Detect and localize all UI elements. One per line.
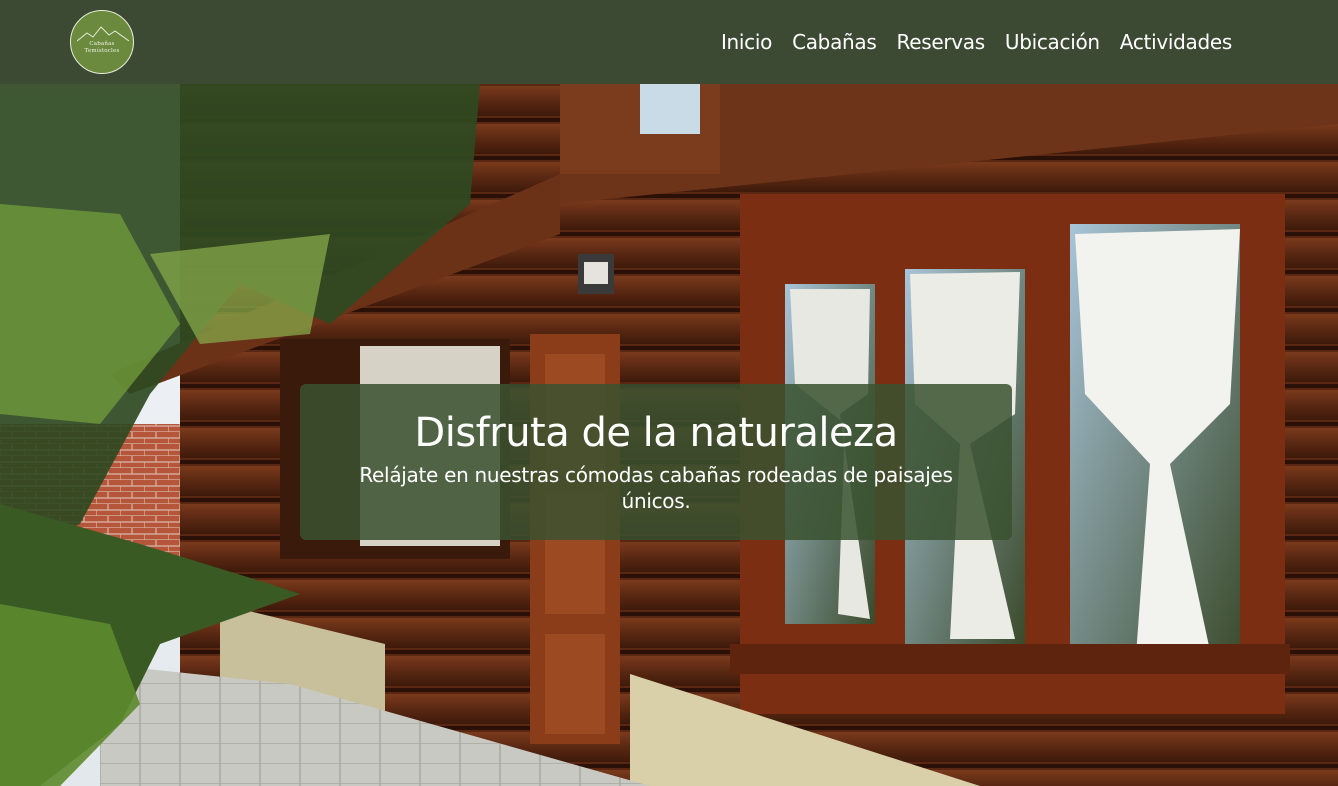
mountain-icon: [77, 26, 129, 42]
hero-caption: Disfruta de la naturaleza Relájate en nu…: [300, 384, 1012, 540]
logo-text-line2: Temístocles: [84, 48, 120, 54]
nav-link-inicio[interactable]: Inicio: [711, 30, 782, 54]
hero-title: Disfruta de la naturaleza: [414, 410, 898, 456]
navbar: Cabañas Temístocles Inicio Cabañas Reser…: [0, 0, 1338, 84]
main-nav: Inicio Cabañas Reservas Ubicación Activi…: [711, 30, 1242, 54]
nav-link-reservas[interactable]: Reservas: [887, 30, 995, 54]
logo[interactable]: Cabañas Temístocles: [70, 10, 134, 74]
nav-link-cabanas[interactable]: Cabañas: [782, 30, 886, 54]
hero-section: Disfruta de la naturaleza Relájate en nu…: [0, 84, 1338, 786]
nav-link-actividades[interactable]: Actividades: [1110, 30, 1242, 54]
hero-subtitle: Relájate en nuestras cómodas cabañas rod…: [359, 463, 953, 513]
logo-text-line1: Cabañas: [89, 41, 115, 47]
nav-link-ubicacion[interactable]: Ubicación: [995, 30, 1110, 54]
